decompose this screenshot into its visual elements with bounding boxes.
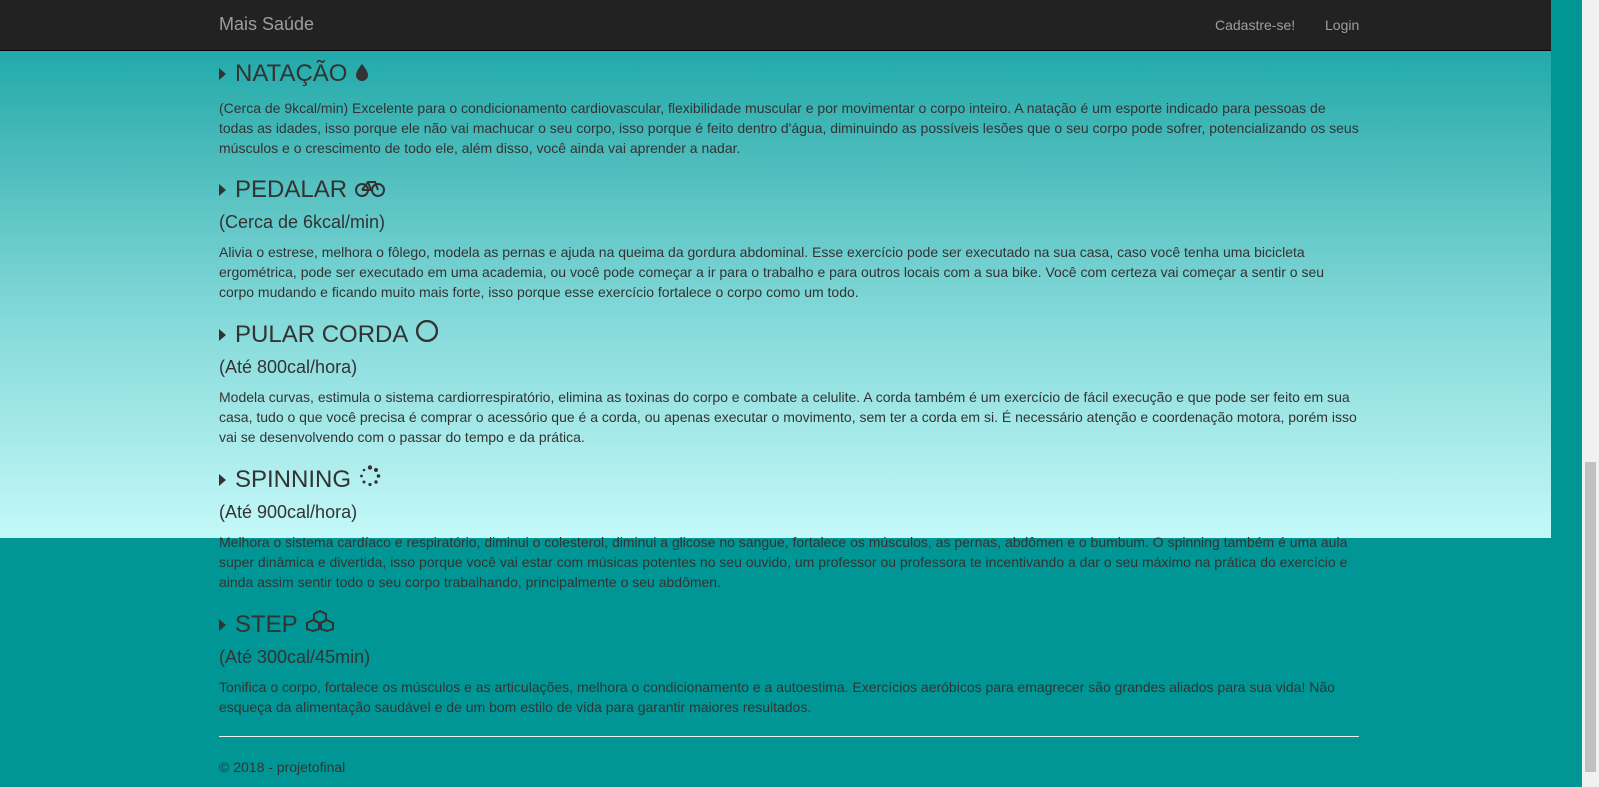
section-step: STEP (Até 300cal/45min) Tonifica o corpo… [219,609,1359,717]
bicycle-icon [355,175,386,205]
signup-link[interactable]: Cadastre-se! [1215,17,1295,33]
section-natacao: NATAÇÃO (Cerca de 9kcal/min) Excelente p… [219,59,1359,158]
footer-copyright: © 2018 - projetofinal [219,759,346,775]
cubes-icon [305,609,334,640]
section-heading: SPINNING [219,465,1359,495]
section-pedalar: PEDALAR (Cerca de 6kcal/min) Alivia o es… [219,175,1359,302]
section-subtitle: (Até 800cal/hora) [219,357,358,377]
section-description: Tonifica o corpo, fortalece os músculos … [219,679,1335,715]
section-subtitle: (Até 900cal/hora) [219,502,358,522]
scrollbar-thumb[interactable] [1585,462,1596,772]
section-title: SPINNING [235,466,352,493]
section-title: STEP [235,611,298,638]
section-heading: PEDALAR [219,175,1359,205]
top-navbar: Mais Saúde Cadastre-se! Login [0,0,1551,51]
caret-right-icon [219,184,226,196]
section-heading: STEP [219,609,1359,640]
section-spinning: SPINNING (Até 900cal/hora) Melhora o sis… [219,465,1359,592]
caret-right-icon [219,329,226,341]
section-subtitle: (Até 300cal/45min) [219,647,371,667]
section-description: Alivia o estrese, melhora o fôlego, mode… [219,244,1325,300]
caret-right-icon [219,474,226,486]
section-title: PULAR CORDA [235,321,409,348]
caret-right-icon [219,68,226,80]
vertical-scrollbar[interactable] [1582,0,1599,787]
section-heading: PULAR CORDA [219,319,1359,350]
caret-right-icon [219,619,226,631]
footer-divider [219,736,1359,737]
refresh-loop-icon [416,319,439,350]
water-drop-icon [355,59,369,89]
section-heading: NATAÇÃO [219,59,1359,89]
section-title: NATAÇÃO [235,60,348,87]
section-description: Melhora o sistema cardíaco e respiratóri… [219,534,1348,590]
login-link[interactable]: Login [1325,17,1359,33]
brand-link[interactable]: Mais Saúde [219,14,314,35]
spinner-icon [359,465,381,495]
section-description: Modela curvas, estimula o sistema cardio… [219,389,1357,445]
section-pular-corda: PULAR CORDA (Até 800cal/hora) Modela cur… [219,319,1359,447]
section-subtitle: (Cerca de 6kcal/min) [219,212,386,232]
section-title: PEDALAR [235,176,348,203]
section-description: (Cerca de 9kcal/min) Excelente para o co… [219,100,1359,156]
